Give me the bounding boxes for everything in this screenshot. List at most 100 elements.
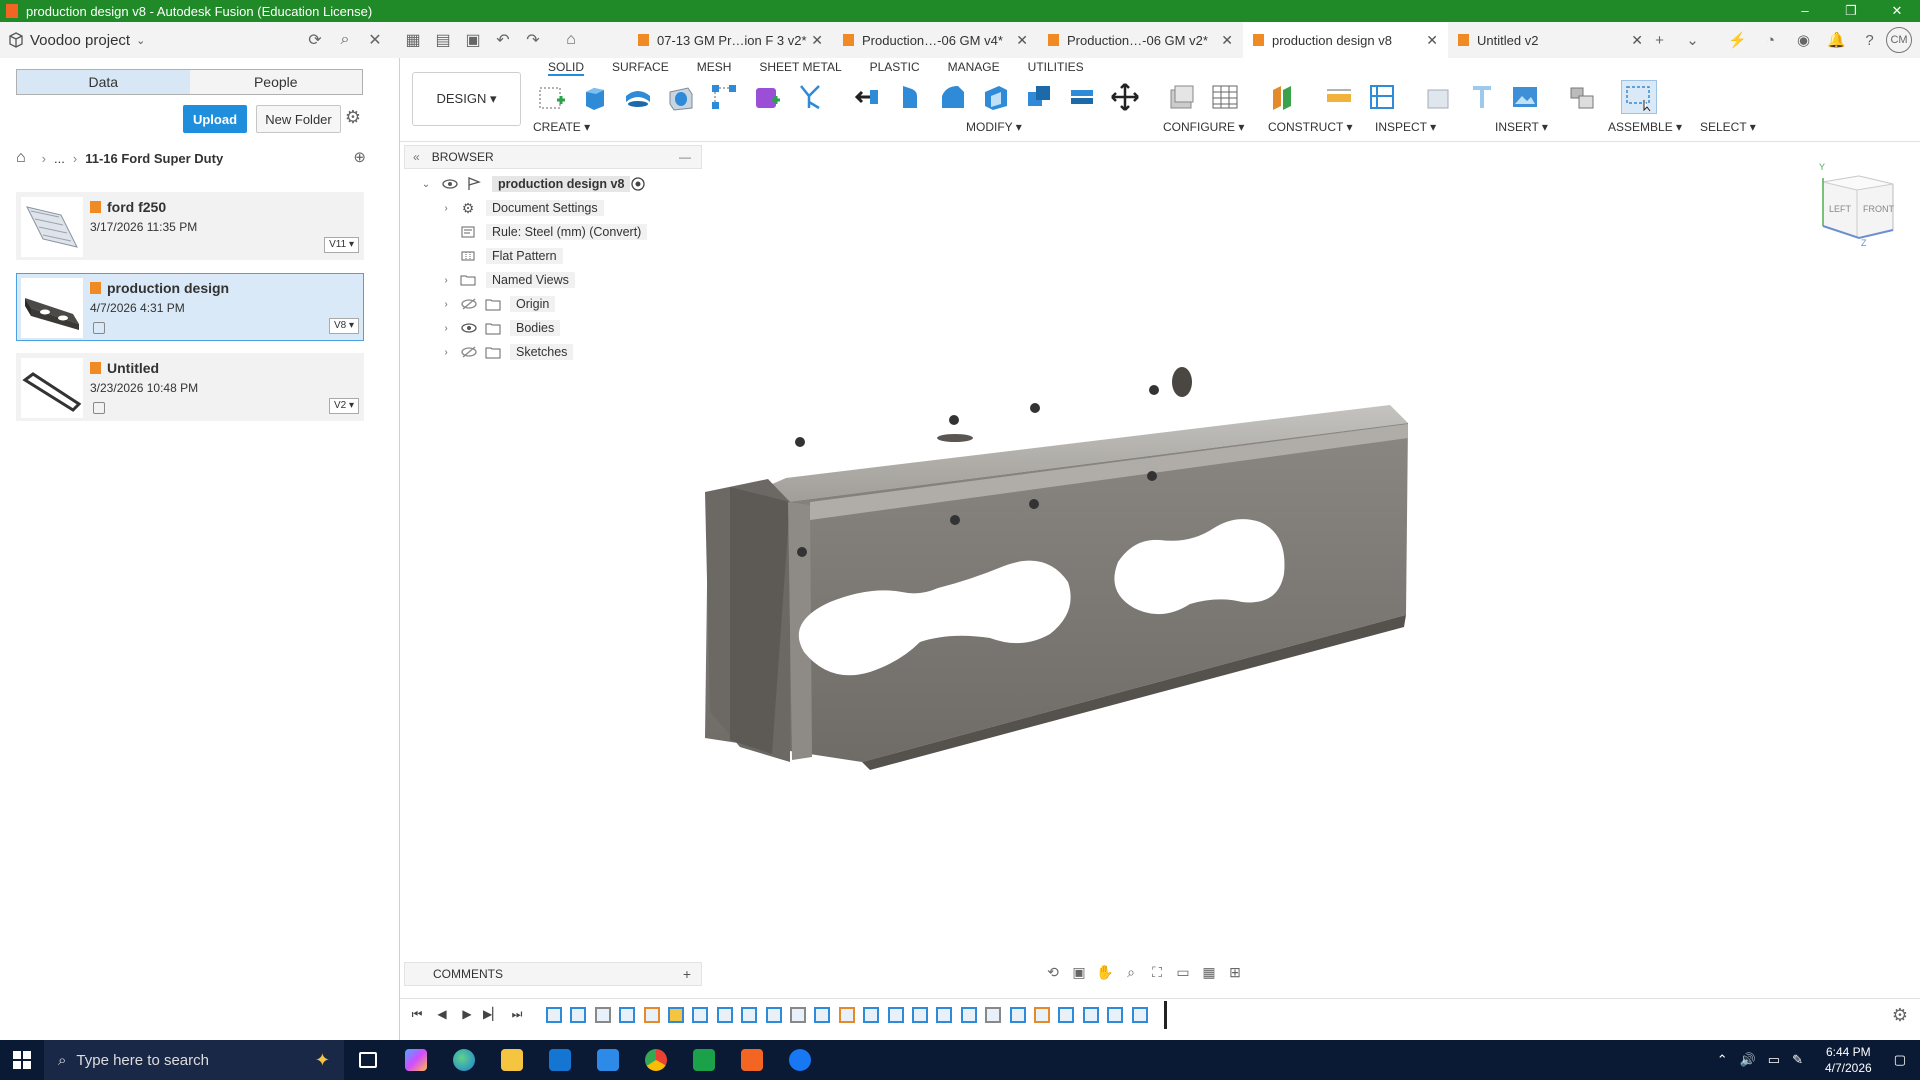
tab-people[interactable]: People — [189, 70, 362, 94]
insert-derive-icon[interactable] — [1421, 80, 1457, 114]
timeline-feature-icon[interactable] — [643, 1007, 660, 1023]
chrome-icon[interactable] — [632, 1040, 680, 1080]
section-analysis-icon[interactable] — [1364, 80, 1400, 114]
version-badge[interactable]: V2 ▾ — [328, 398, 359, 414]
share-globe-icon[interactable]: ⊕ — [353, 148, 366, 166]
pen-icon[interactable]: ✎ — [1792, 1052, 1803, 1068]
orbit-icon[interactable]: ⟲ — [1040, 964, 1066, 981]
create-form-icon[interactable] — [749, 80, 785, 114]
tab-list-icon[interactable]: ⌄ — [1676, 31, 1709, 49]
save-icon[interactable]: ▣ — [458, 25, 488, 55]
rectangular-pattern-icon[interactable] — [706, 80, 742, 114]
zoom-icon[interactable]: ⌕ — [1118, 964, 1144, 981]
edge-icon[interactable] — [440, 1040, 488, 1080]
doc-tab[interactable]: Production…-06 GM v4* ✕ — [833, 22, 1038, 58]
new-folder-button[interactable]: New Folder — [256, 105, 341, 133]
chamfer-icon[interactable] — [935, 80, 971, 114]
timeline-feature-icon[interactable] — [1107, 1007, 1124, 1023]
viewcube-front-label[interactable]: FRONT — [1863, 204, 1894, 214]
extrude-icon[interactable] — [577, 80, 613, 114]
hole-icon[interactable] — [663, 80, 699, 114]
create-menu[interactable]: CREATE ▾ — [533, 120, 590, 134]
timeline-next-icon[interactable]: ▶▏ — [483, 1005, 501, 1023]
windows-start-button[interactable] — [0, 1040, 44, 1080]
facebook-icon[interactable] — [776, 1040, 824, 1080]
timeline-feature-icon[interactable] — [1131, 1007, 1148, 1023]
combine-icon[interactable] — [1021, 80, 1057, 114]
timeline-start-icon[interactable]: ⏮ — [408, 1005, 426, 1023]
close-tab-icon[interactable]: ✕ — [1016, 32, 1028, 49]
app-icon[interactable] — [584, 1040, 632, 1080]
eye-hidden-icon[interactable] — [461, 344, 477, 360]
timeline-feature-icon[interactable] — [546, 1007, 562, 1023]
timeline-feature-icon[interactable] — [814, 1007, 831, 1023]
select-window-icon[interactable] — [1621, 80, 1657, 114]
tab-mesh[interactable]: MESH — [697, 60, 732, 76]
extensions-icon[interactable]: ⚡ — [1721, 31, 1754, 49]
timeline-feature-icon[interactable] — [619, 1007, 636, 1023]
timeline-end-icon[interactable]: ⏭ — [508, 1005, 526, 1023]
notifications-icon[interactable]: 🔔 — [1820, 31, 1853, 49]
display-settings-icon[interactable]: ▭ — [1170, 964, 1196, 981]
refresh-icon[interactable]: ⟳ — [300, 25, 330, 55]
chevron-right-icon[interactable]: › — [440, 347, 452, 358]
help-icon[interactable]: ? — [1853, 32, 1886, 49]
insert-canvas-icon[interactable] — [1507, 80, 1543, 114]
doc-tab-active[interactable]: production design v8 ✕ — [1243, 22, 1448, 58]
timeline-feature-icon[interactable] — [741, 1007, 758, 1023]
view-cube[interactable]: LEFT FRONT Y Z — [1815, 158, 1901, 248]
tree-item-document-settings[interactable]: › ⚙ Document Settings — [404, 196, 704, 220]
timeline-feature-icon[interactable] — [1009, 1007, 1026, 1023]
derive-icon[interactable] — [792, 80, 828, 114]
timeline-feature-icon[interactable] — [692, 1007, 709, 1023]
project-selector[interactable]: Voodoo project ⌄ — [0, 32, 160, 49]
outlook-icon[interactable] — [536, 1040, 584, 1080]
timeline-feature-icon[interactable] — [765, 1007, 782, 1023]
file-menu-icon[interactable]: ▤ — [428, 25, 458, 55]
search-icon[interactable]: ⌕ — [330, 25, 360, 55]
tab-utilities[interactable]: UTILITIES — [1028, 60, 1084, 76]
workspace-switcher[interactable]: DESIGN ▾ — [412, 72, 521, 126]
volume-icon[interactable]: 🔊 — [1740, 1052, 1756, 1068]
measure-icon[interactable] — [1321, 80, 1357, 114]
shell-icon[interactable] — [978, 80, 1014, 114]
task-view-icon[interactable] — [344, 1040, 392, 1080]
offset-plane-icon[interactable] — [1264, 80, 1300, 114]
breadcrumb-ellipsis[interactable]: ... — [54, 151, 65, 166]
timeline-feature-icon[interactable] — [912, 1007, 928, 1023]
new-tab-icon[interactable]: + — [1643, 32, 1676, 49]
tab-solid[interactable]: SOLID — [548, 60, 585, 76]
create-sketch-icon[interactable] — [534, 80, 570, 114]
file-card-selected[interactable]: production design 4/7/2026 4:31 PM V8 ▾ — [16, 273, 364, 341]
file-card[interactable]: ford f250 3/17/2026 11:35 PM V11 ▾ — [16, 192, 364, 260]
modify-menu[interactable]: MODIFY ▾ — [966, 120, 1022, 134]
timeline-feature-icon[interactable] — [570, 1007, 587, 1023]
construct-menu[interactable]: CONSTRUCT ▾ — [1268, 120, 1352, 134]
timeline-feature-icon[interactable] — [985, 1007, 1002, 1023]
timeline-feature-icon[interactable] — [960, 1007, 977, 1023]
close-tab-icon[interactable]: ✕ — [1221, 32, 1233, 49]
home-icon[interactable]: ⌂ — [16, 149, 26, 167]
redo-icon[interactable]: ↷ — [518, 25, 548, 55]
timeline-feature-icon[interactable] — [1058, 1007, 1075, 1023]
pan-icon[interactable]: ✋ — [1092, 964, 1118, 981]
user-avatar[interactable]: CM — [1886, 27, 1912, 53]
timeline-feature-icon[interactable] — [668, 1007, 684, 1023]
fit-icon[interactable]: ⛶ — [1144, 964, 1170, 981]
timeline-feature-icon[interactable] — [1034, 1007, 1050, 1023]
timeline-feature-icon[interactable] — [790, 1007, 806, 1023]
clock[interactable]: 6:44 PM 4/7/2026 — [1825, 1044, 1872, 1076]
grid-snap-icon[interactable]: ▦ — [1196, 964, 1222, 981]
close-tab-icon[interactable]: ✕ — [1426, 32, 1438, 49]
eye-icon[interactable] — [461, 320, 477, 336]
tree-item-named-views[interactable]: › Named Views — [404, 268, 704, 292]
home-icon[interactable]: ⌂ — [556, 25, 586, 55]
tree-item-sketches[interactable]: › Sketches — [404, 340, 704, 364]
gear-icon[interactable]: ⚙ — [342, 107, 364, 129]
doc-tab[interactable]: Production…-06 GM v2* ✕ — [1038, 22, 1243, 58]
timeline-feature-icon[interactable] — [887, 1007, 904, 1023]
viewcube-left-label[interactable]: LEFT — [1829, 204, 1852, 214]
timeline-feature-icon[interactable] — [1082, 1007, 1099, 1023]
eye-hidden-icon[interactable] — [461, 296, 477, 312]
configure-menu[interactable]: CONFIGURE ▾ — [1163, 120, 1244, 134]
